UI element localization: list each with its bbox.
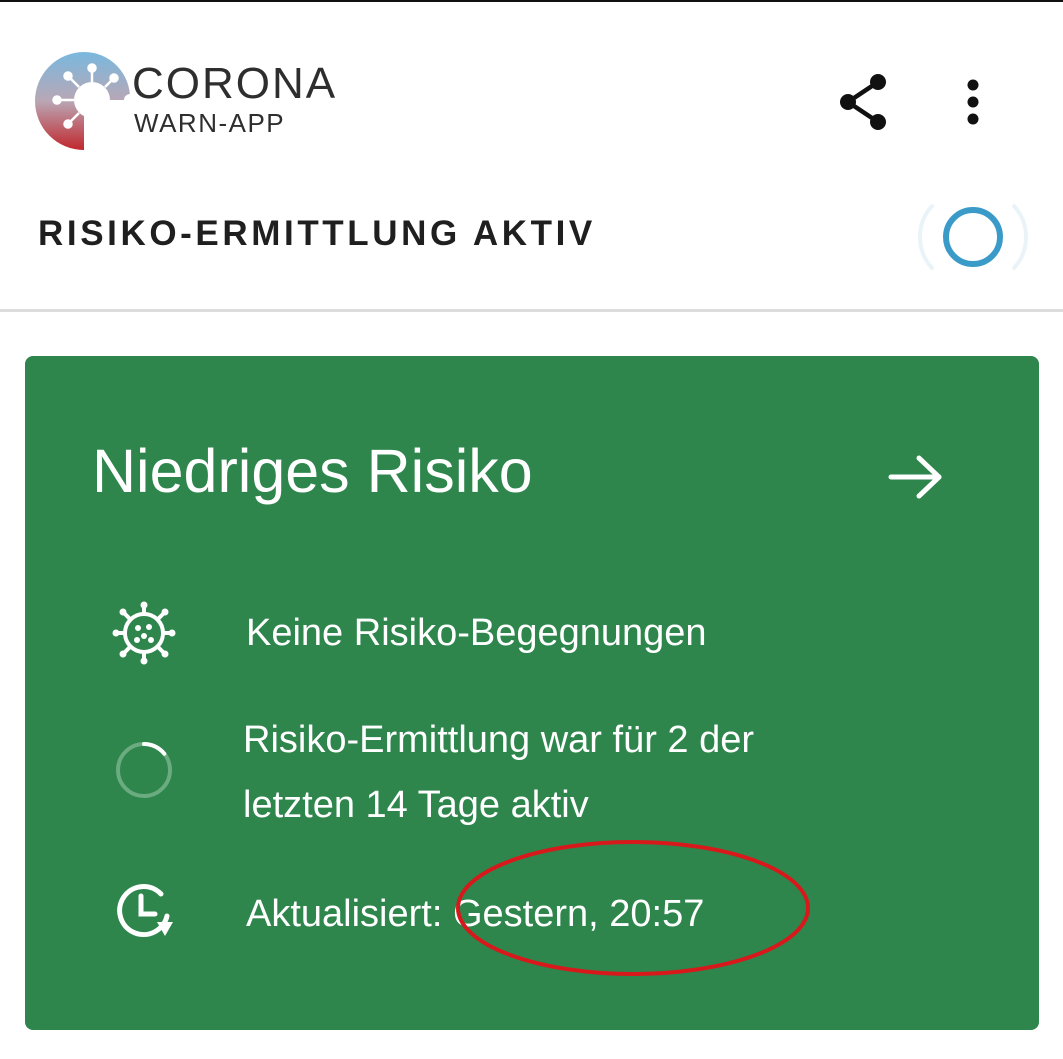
risk-encounters-text: Keine Risiko-Begegnungen <box>246 612 707 654</box>
tracing-days-text-line1: Risiko-Ermittlung war für 2 der <box>243 719 755 761</box>
risk-card-title: Niedriges Risiko <box>92 437 533 505</box>
divider <box>0 309 1063 312</box>
tracing-status-row[interactable]: RISIKO-ERMITTLUNG AKTIV <box>0 190 1063 300</box>
app-bar: CORONA WARN-APP <box>0 2 1063 172</box>
app-subtitle: WARN-APP <box>134 108 286 138</box>
virus-icon <box>112 601 176 665</box>
corona-warn-app-logo-icon <box>35 51 134 150</box>
tracing-status-label: RISIKO-ERMITTLUNG AKTIV <box>38 214 596 253</box>
share-icon[interactable] <box>832 70 896 134</box>
tracing-days-text-line2: letzten 14 Tage aktiv <box>243 784 589 826</box>
progress-ring-icon <box>116 742 172 798</box>
arrow-right-icon[interactable] <box>887 452 945 502</box>
last-updated-text: Aktualisiert: Gestern, 20:57 <box>246 893 705 935</box>
clock-refresh-icon <box>117 884 173 938</box>
tracing-active-ring-icon <box>918 204 1028 270</box>
app-title: CORONA <box>132 59 338 108</box>
risk-card[interactable]: Niedriges Risiko Keine Risiko-Begegnunge… <box>25 356 1039 1030</box>
more-vertical-icon[interactable] <box>948 70 998 134</box>
